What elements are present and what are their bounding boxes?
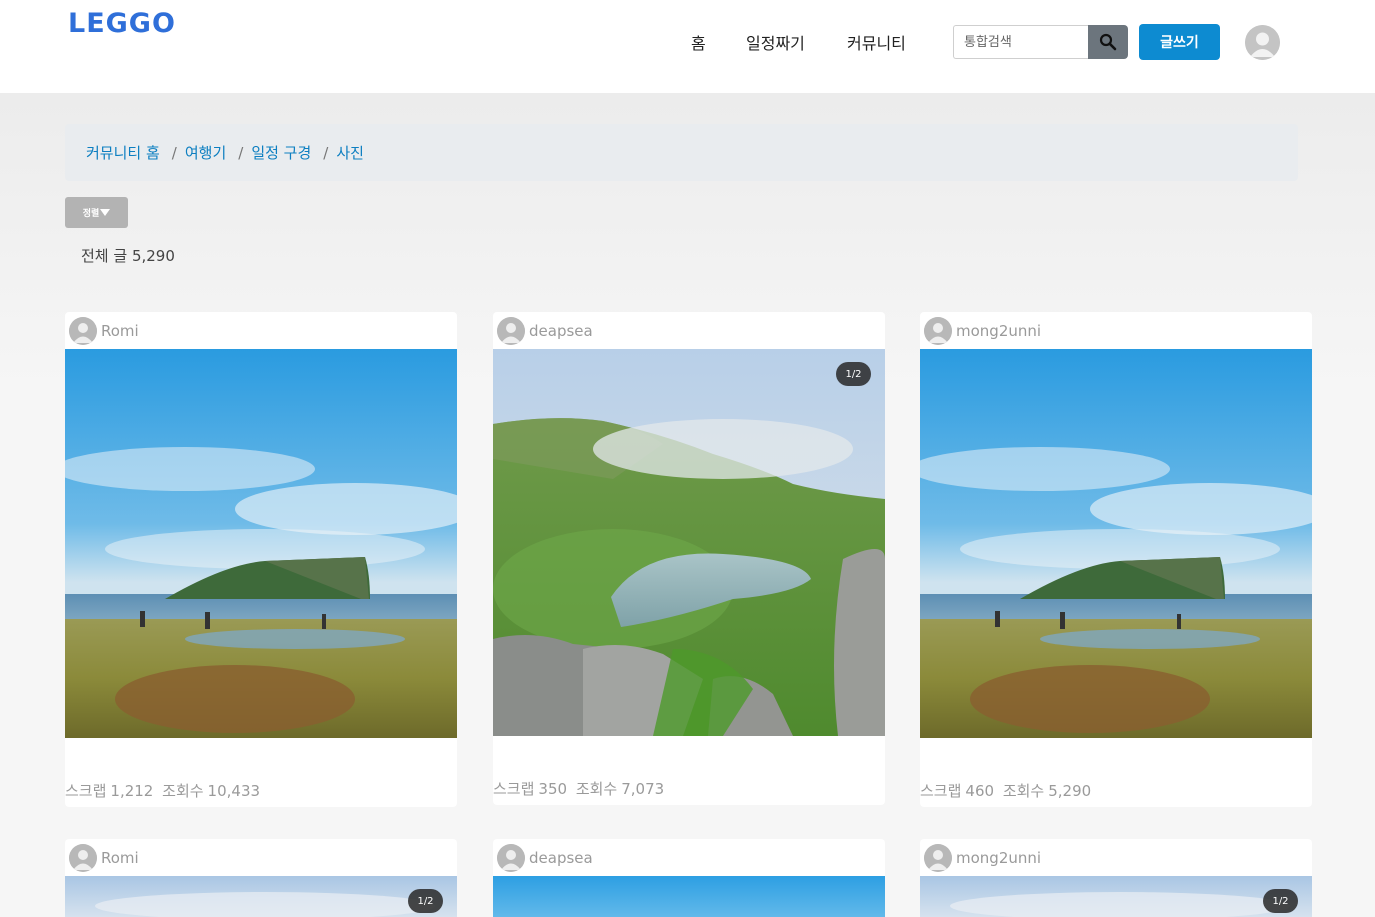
views-label: 조회수 <box>1002 782 1045 800</box>
nav-home[interactable]: 홈 <box>691 30 706 54</box>
nav-plan[interactable]: 일정짜기 <box>746 30 805 54</box>
post-author[interactable]: Romi <box>69 844 139 872</box>
user-icon <box>924 317 952 345</box>
scrap-label: 스크랩 <box>920 782 962 800</box>
sort-button[interactable]: 정렬 <box>65 197 128 228</box>
post-author[interactable]: deapsea <box>497 317 593 345</box>
user-icon <box>69 844 97 872</box>
profile-avatar[interactable] <box>1245 25 1280 60</box>
cloudy-sky-photo <box>65 876 457 917</box>
blue-sky-photo <box>493 876 885 917</box>
total-label: 전체 글 <box>81 247 128 265</box>
post-stats: 스크랩 1,212 조회수 10,433 <box>65 780 264 801</box>
post-photo[interactable]: 1/2 <box>920 876 1312 917</box>
user-icon <box>497 844 525 872</box>
author-name: deapsea <box>529 849 593 867</box>
crater-lake-photo <box>493 349 885 736</box>
post-card[interactable]: Romi 스크랩 1,212 조회수 10,433 <box>65 312 457 807</box>
post-card[interactable]: deapsea <box>493 839 885 917</box>
post-stats: 스크랩 460 조회수 5,290 <box>920 780 1095 801</box>
total-post-count: 전체 글 5,290 <box>81 245 175 266</box>
breadcrumb-browse-plans[interactable]: 일정 구경 <box>251 142 311 163</box>
logo[interactable]: LEGGO <box>68 8 176 39</box>
post-card[interactable]: mong2unni 1/2 <box>920 839 1312 917</box>
user-icon <box>69 317 97 345</box>
post-photo[interactable] <box>493 876 885 917</box>
post-stats: 스크랩 350 조회수 7,073 <box>493 778 668 799</box>
scrap-label: 스크랩 <box>493 780 535 798</box>
breadcrumb-photos[interactable]: 사진 <box>336 142 364 163</box>
views-count: 5,290 <box>1048 782 1092 800</box>
site-header: LEGGO 홈 일정짜기 커뮤니티 글쓰기 <box>0 0 1375 93</box>
cloudy-sky-photo <box>920 876 1312 917</box>
caret-down-icon <box>100 209 111 216</box>
author-name: Romi <box>101 849 139 867</box>
scrap-count: 1,212 <box>110 782 154 800</box>
views-count: 10,433 <box>207 782 261 800</box>
jeju-coast-photo <box>920 349 1312 738</box>
search-button[interactable] <box>1088 25 1128 59</box>
post-author[interactable]: Romi <box>69 317 139 345</box>
scrap-label: 스크랩 <box>65 782 107 800</box>
user-icon <box>924 844 952 872</box>
post-photo[interactable] <box>920 349 1312 738</box>
author-name: deapsea <box>529 322 593 340</box>
views-label: 조회수 <box>575 780 618 798</box>
post-card[interactable]: mong2unni 스크랩 460 조회수 5,290 <box>920 312 1312 807</box>
jeju-coast-photo <box>65 349 457 738</box>
search-input[interactable] <box>953 25 1089 59</box>
photo-count-badge: 1/2 <box>408 889 443 913</box>
author-name: mong2unni <box>956 849 1042 867</box>
author-name: Romi <box>101 322 139 340</box>
author-name: mong2unni <box>956 322 1042 340</box>
post-author[interactable]: deapsea <box>497 844 593 872</box>
post-author[interactable]: mong2unni <box>924 844 1041 872</box>
total-number: 5,290 <box>131 247 175 265</box>
breadcrumb: 커뮤니티 홈 / 여행기 / 일정 구경 / 사진 <box>65 124 1298 181</box>
breadcrumb-separator: / <box>323 143 329 162</box>
author-avatar <box>69 844 97 872</box>
photo-count-badge: 1/2 <box>1263 889 1298 913</box>
author-avatar <box>924 317 952 345</box>
nav-community[interactable]: 커뮤니티 <box>847 30 906 54</box>
sort-label: 정렬 <box>82 209 100 219</box>
post-card[interactable]: Romi 1/2 <box>65 839 457 917</box>
post-photo[interactable]: 1/2 <box>65 876 457 917</box>
views-label: 조회수 <box>162 782 204 800</box>
write-button[interactable]: 글쓰기 <box>1139 24 1220 60</box>
user-icon <box>497 317 525 345</box>
breadcrumb-travelogue[interactable]: 여행기 <box>185 142 226 163</box>
scrap-count: 350 <box>538 780 568 798</box>
author-avatar <box>497 844 525 872</box>
breadcrumb-separator: / <box>171 143 177 162</box>
author-avatar <box>69 317 97 345</box>
search-icon <box>1099 33 1117 51</box>
post-author[interactable]: mong2unni <box>924 317 1041 345</box>
author-avatar <box>924 844 952 872</box>
breadcrumb-community-home[interactable]: 커뮤니티 홈 <box>86 142 160 163</box>
photo-count-badge: 1/2 <box>836 362 871 386</box>
user-icon <box>1245 25 1280 60</box>
breadcrumb-separator: / <box>238 143 244 162</box>
post-photo[interactable] <box>65 349 457 738</box>
scrap-count: 460 <box>965 782 995 800</box>
author-avatar <box>497 317 525 345</box>
post-photo[interactable]: 1/2 <box>493 349 885 736</box>
views-count: 7,073 <box>621 780 665 798</box>
post-card[interactable]: deapsea 1/2 스크랩 350 조회수 7,073 <box>493 312 885 805</box>
